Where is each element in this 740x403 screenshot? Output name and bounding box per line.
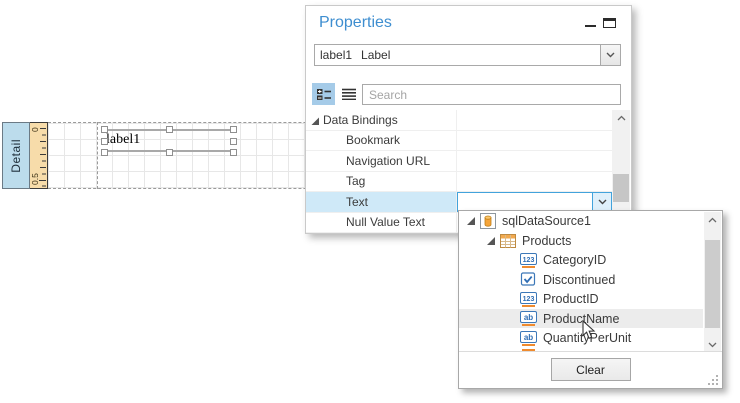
tree-node-label: Products [522,233,572,248]
category-value-cell [457,110,612,130]
database-icon [480,213,496,230]
properties-panel-title: Properties [319,14,392,31]
tree-node-label: sqlDataSource1 [502,214,591,229]
resize-handle-top-left[interactable] [101,126,108,133]
scroll-up-icon[interactable] [704,212,721,227]
table-icon [500,233,516,248]
property-value-cell[interactable] [457,151,612,171]
vertical-ruler: 0 0.5 [30,122,48,189]
tree-node-label: CategoryID [543,253,607,268]
resize-handle-top-right[interactable] [230,126,237,133]
resize-handle-bottom-left[interactable] [101,149,108,156]
categorized-view-icon [316,89,331,100]
object-selector-dropdown-button[interactable] [600,45,620,65]
field-tree-scrollbar[interactable] [704,212,721,352]
expanded-expander-icon[interactable] [466,216,476,226]
field-list-popup: sqlDataSource1 Products 123 CategoryID D… [458,210,723,389]
number-field-icon: 123 [520,252,537,268]
svg-text:123: 123 [523,296,535,303]
label-control[interactable]: label1 [101,126,237,156]
search-input[interactable] [363,85,620,104]
resize-handle-bottom-center[interactable] [166,149,173,156]
categorized-view-button[interactable] [312,83,335,105]
ruler-ticks: 0 0.5 [30,127,46,187]
tree-node-label: ProductID [543,292,599,307]
boolean-field-icon [520,272,537,287]
report-designer-screen: Detail 0 0.5 label1 Properties label1 La… [0,0,740,403]
property-value-cell[interactable] [457,172,612,192]
category-row-data-bindings[interactable]: Data Bindings [306,110,612,131]
clear-button[interactable]: Clear [550,358,631,381]
ruler-label-05: 0.5 [30,173,40,185]
minimize-icon[interactable] [585,25,596,27]
detail-band-label: Detail [9,138,23,173]
resize-handle-bottom-right[interactable] [230,149,237,156]
resize-handle-top-center[interactable] [166,126,173,133]
text-field-icon: ab [520,311,537,327]
tree-node-productname[interactable]: ab ProductName [459,308,703,328]
resize-grip-icon[interactable] [708,374,719,385]
text-property-editor[interactable] [457,192,612,212]
property-label: Tag [306,171,457,191]
chevron-down-icon [598,199,606,205]
tree-node-discontinued[interactable]: Discontinued [459,270,703,290]
label-control-text: label1 [106,132,141,147]
property-label: Navigation URL [306,151,457,171]
tree-node-productid[interactable]: 123 ProductID [459,289,703,309]
property-row-bookmark[interactable]: Bookmark [306,130,612,151]
ruler-label-0: 0 [30,127,40,132]
popup-footer: Clear [459,351,722,388]
property-row-navigation-url[interactable]: Navigation URL [306,151,612,172]
properties-panel: Properties label1 Label Search Data Bind… [305,5,632,234]
object-selector-value: label1 Label [320,48,391,62]
text-field-icon: ab [520,330,537,346]
resize-handle-middle-left[interactable] [101,138,108,145]
tree-node-products[interactable]: Products [459,231,703,251]
property-row-tag[interactable]: Tag [306,171,612,192]
resize-handle-middle-right[interactable] [230,138,237,145]
alphabetical-view-icon [341,88,356,100]
property-value-cell[interactable] [457,131,612,151]
tree-node-categoryid[interactable]: 123 CategoryID [459,250,703,270]
svg-text:123: 123 [523,257,535,264]
scroll-up-icon[interactable] [612,110,630,126]
detail-band-header[interactable]: Detail [2,122,30,189]
tree-node-sqldatasource1[interactable]: sqlDataSource1 [459,211,703,231]
property-label: Null Value Text [306,212,457,232]
scrollbar-thumb[interactable] [613,174,629,202]
scroll-down-icon[interactable] [704,337,721,352]
property-label: Text [306,192,457,212]
chevron-down-icon [606,52,615,58]
object-selector-combobox[interactable]: label1 Label [314,44,621,66]
collapse-expander-icon[interactable] [311,117,320,126]
expanded-expander-icon[interactable] [486,236,496,246]
property-label: Bookmark [306,130,457,150]
scrollbar-thumb[interactable] [705,240,720,328]
field-tree: sqlDataSource1 Products 123 CategoryID D… [459,211,703,352]
svg-text:ab: ab [524,333,533,342]
svg-text:ab: ab [524,313,533,322]
tree-node-label: Discontinued [543,272,616,287]
category-label: Data Bindings [306,110,457,130]
number-field-icon: 123 [520,291,537,307]
text-binding-dropdown-button[interactable] [592,193,611,211]
property-search-box [362,84,621,105]
mouse-cursor-icon [582,320,596,340]
band-snap-divider [97,122,98,189]
tree-node-quantityperunit[interactable]: ab QuantityPerUnit [459,328,703,348]
alphabetical-view-button[interactable] [337,83,360,105]
maximize-icon[interactable] [603,18,616,28]
